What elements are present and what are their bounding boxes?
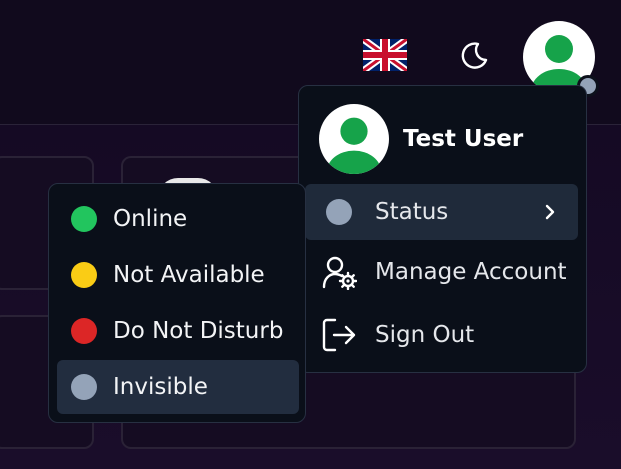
moon-icon[interactable] xyxy=(458,40,490,72)
status-option-invisible[interactable]: Invisible xyxy=(57,360,299,414)
not-available-status-dot-icon xyxy=(71,262,97,288)
user-gear-icon xyxy=(321,254,357,290)
uk-flag-icon[interactable] xyxy=(360,36,410,74)
menu-item-sign-out[interactable]: Sign Out xyxy=(305,307,578,363)
status-option-not-available-label: Not Available xyxy=(113,262,265,288)
menu-item-status-label: Status xyxy=(375,199,449,225)
status-dot-icon xyxy=(321,194,357,230)
sign-out-icon xyxy=(321,317,357,353)
chevron-right-icon xyxy=(540,202,560,228)
status-option-not-available[interactable]: Not Available xyxy=(57,248,299,302)
menu-item-status[interactable]: Status xyxy=(305,184,578,240)
status-submenu: Online Not Available Do Not Disturb Invi… xyxy=(48,183,306,423)
do-not-disturb-status-dot-icon xyxy=(71,318,97,344)
menu-item-manage-account[interactable]: Manage Account xyxy=(305,244,578,300)
status-option-do-not-disturb[interactable]: Do Not Disturb xyxy=(57,304,299,358)
menu-item-sign-out-label: Sign Out xyxy=(375,322,475,348)
online-status-dot-icon xyxy=(71,206,97,232)
status-option-online[interactable]: Online xyxy=(57,192,299,246)
account-dropdown-menu: Test User Status Manage Account Sign Out xyxy=(298,85,587,373)
status-option-do-not-disturb-label: Do Not Disturb xyxy=(113,318,284,344)
account-menu-header: Test User xyxy=(319,104,523,174)
invisible-status-dot-icon xyxy=(71,374,97,400)
account-user-name: Test User xyxy=(403,126,524,152)
app-root: Test User Status Manage Account Sign Out… xyxy=(0,0,621,469)
status-option-invisible-label: Invisible xyxy=(113,374,208,400)
menu-item-manage-account-label: Manage Account xyxy=(375,259,567,285)
menu-avatar-icon xyxy=(319,104,389,174)
status-option-online-label: Online xyxy=(113,206,188,232)
